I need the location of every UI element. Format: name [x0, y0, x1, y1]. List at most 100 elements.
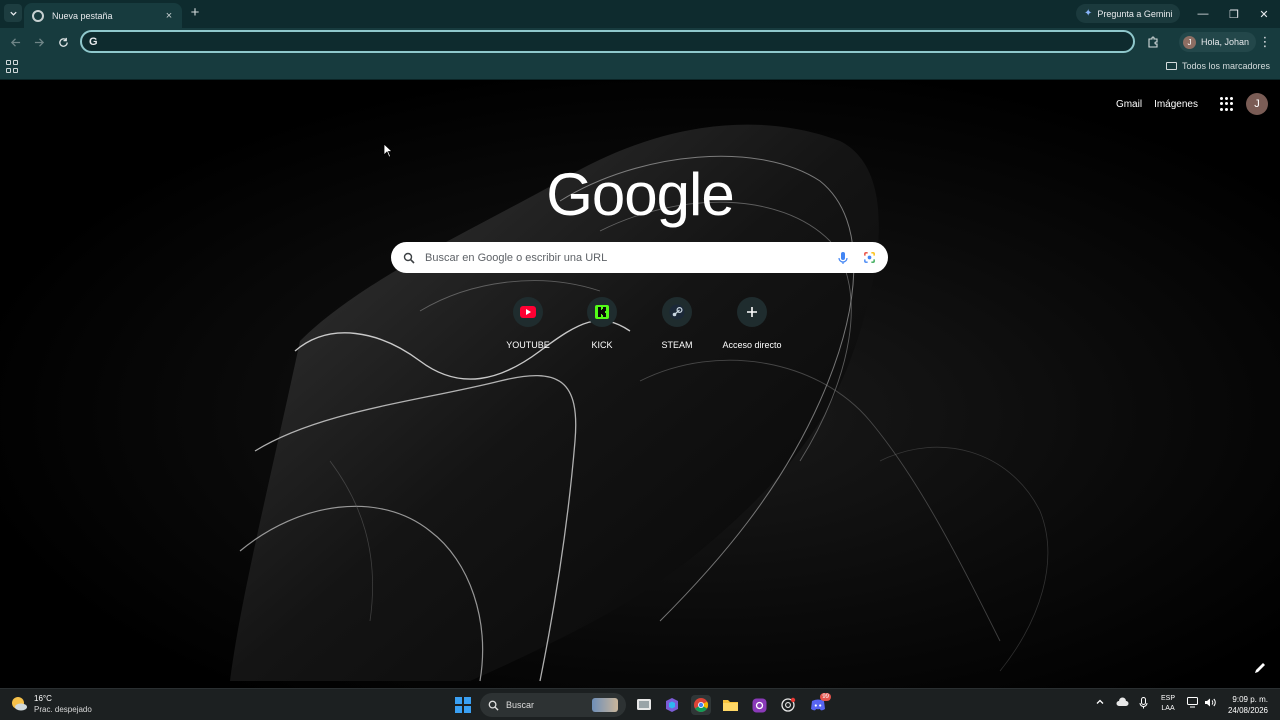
search-icon	[488, 700, 499, 711]
onedrive-tray[interactable]	[1116, 697, 1129, 710]
input-language[interactable]: ESP LAA	[1161, 694, 1175, 714]
weather-widget[interactable]: 16°C Prac. despejado	[10, 693, 92, 715]
arrow-left-icon	[10, 37, 20, 47]
start-button[interactable]	[455, 697, 471, 713]
apps-shortcut-icon[interactable]	[6, 60, 20, 74]
all-bookmarks-label: Todos los marcadores	[1181, 61, 1270, 71]
shortcut-tile	[513, 297, 543, 327]
clock-time: 9:09 p. m.	[1232, 695, 1268, 704]
file-explorer-app[interactable]	[720, 695, 740, 715]
customize-pencil-icon[interactable]	[1252, 660, 1268, 676]
toolbar: G J Hola, Johan ⋮	[0, 28, 1280, 56]
shortcut-tile	[662, 297, 692, 327]
shortcut-label: STEAM	[661, 340, 693, 350]
chrome-menu-button[interactable]: ⋮	[1257, 33, 1273, 51]
microsoft-365-icon	[666, 698, 678, 712]
tab-title: Nueva pestaña	[52, 10, 113, 21]
google-apps-icon[interactable]	[1220, 97, 1234, 111]
camera-app-icon	[752, 698, 766, 712]
openai-icon	[781, 697, 796, 712]
profile-greeting: Hola, Johan	[1201, 37, 1250, 47]
reload-button[interactable]	[54, 33, 72, 51]
shortcut-label: YOUTUBE	[506, 340, 550, 350]
all-bookmarks-button[interactable]: Todos los marcadores	[1165, 61, 1270, 71]
chevron-down-icon	[9, 11, 17, 16]
speaker-icon	[1205, 698, 1216, 707]
reload-icon	[58, 37, 68, 47]
chevron-up-icon	[1096, 699, 1104, 704]
minimize-button[interactable]: —	[1187, 0, 1219, 28]
tab-close-icon[interactable]: ×	[162, 10, 176, 22]
volume-tray[interactable]	[1204, 697, 1217, 711]
bookmarks-bar: Todos los marcadores	[0, 56, 1280, 80]
system-clock[interactable]: 9:09 p. m. 24/08/2026	[1228, 694, 1268, 716]
new-tab-page: Gmail Imágenes J Google YOUTUBE KICK	[0, 81, 1280, 688]
add-shortcut[interactable]: Acceso directo	[714, 297, 790, 350]
profile-button[interactable]: J Hola, Johan	[1179, 32, 1257, 52]
forward-button[interactable]	[30, 33, 48, 51]
ntp-search-box[interactable]	[391, 242, 888, 273]
shortcut-youtube[interactable]: YOUTUBE	[490, 297, 566, 350]
discord-app[interactable]: 99	[808, 693, 831, 715]
search-highlight-image	[592, 698, 618, 712]
ime-language: ESP	[1161, 695, 1176, 702]
avatar: J	[1183, 35, 1196, 49]
gemini-button[interactable]: ✦ Pregunta a Gemini	[1076, 4, 1181, 23]
puzzle-icon	[1148, 36, 1158, 48]
instagram-app[interactable]	[749, 695, 769, 715]
google-logo: Google	[546, 161, 734, 228]
clock-date: 24/08/2026	[1227, 706, 1268, 715]
ntp-top-links: Gmail Imágenes J	[1116, 93, 1280, 115]
chrome-icon	[694, 698, 709, 712]
gmail-link[interactable]: Gmail	[1116, 99, 1142, 110]
plus-icon	[747, 307, 757, 317]
taskbar-search-label: Buscar	[506, 700, 535, 710]
back-button[interactable]	[6, 33, 24, 51]
task-view-icon	[637, 699, 651, 710]
mouse-cursor-icon	[383, 143, 393, 158]
ime-layout: LAA	[1161, 705, 1175, 712]
cloud-icon	[1116, 697, 1129, 706]
moon-cloud-icon	[12, 697, 27, 711]
tab-search-button[interactable]	[4, 4, 22, 22]
microphone-icon[interactable]	[837, 251, 849, 265]
chatgpt-app[interactable]	[778, 695, 798, 715]
taskbar-search[interactable]: Buscar	[480, 693, 626, 717]
weather-condition: Prac. despejado	[34, 705, 92, 714]
gemini-label: Pregunta a Gemini	[1097, 8, 1173, 19]
address-input[interactable]	[103, 35, 1133, 48]
network-icon	[1187, 697, 1198, 708]
new-tab-button[interactable]: +	[186, 5, 204, 23]
microphone-tray[interactable]	[1139, 697, 1148, 712]
tab-nueva-pestana[interactable]: Nueva pestaña ×	[24, 3, 182, 28]
microphone-icon	[1139, 697, 1148, 709]
notification-badge: 99	[820, 693, 831, 701]
folder-icon	[1165, 62, 1177, 70]
address-bar[interactable]: G	[80, 30, 1135, 53]
youtube-icon	[520, 306, 536, 318]
show-hidden-icons[interactable]	[1095, 697, 1105, 710]
weather-temperature: 16°C	[34, 694, 52, 703]
google-lens-icon[interactable]	[863, 251, 876, 264]
restore-button[interactable]: ❐	[1218, 0, 1250, 28]
google-g-icon: G	[89, 35, 98, 48]
network-tray[interactable]	[1187, 697, 1200, 711]
shortcut-tile	[737, 297, 767, 327]
shortcut-tile	[587, 297, 617, 327]
chrome-app[interactable]	[691, 695, 711, 715]
account-avatar[interactable]: J	[1246, 93, 1268, 115]
folder-icon	[722, 700, 738, 711]
ntp-search-input[interactable]	[425, 251, 837, 264]
shortcut-label: KICK	[591, 340, 613, 350]
steam-icon	[669, 304, 685, 320]
search-icon	[403, 252, 415, 264]
images-link[interactable]: Imágenes	[1154, 99, 1198, 110]
shortcut-steam[interactable]: STEAM	[639, 297, 715, 350]
m365-app[interactable]	[662, 695, 682, 715]
shortcut-kick[interactable]: KICK	[564, 297, 640, 350]
extensions-button[interactable]	[1144, 33, 1162, 51]
close-window-button[interactable]: ✕	[1248, 0, 1280, 28]
shortcut-label: Acceso directo	[722, 340, 782, 350]
taskbar: 16°C Prac. despejado Buscar 99 ESP LAA 9…	[0, 688, 1280, 720]
task-view-button[interactable]	[634, 695, 654, 715]
